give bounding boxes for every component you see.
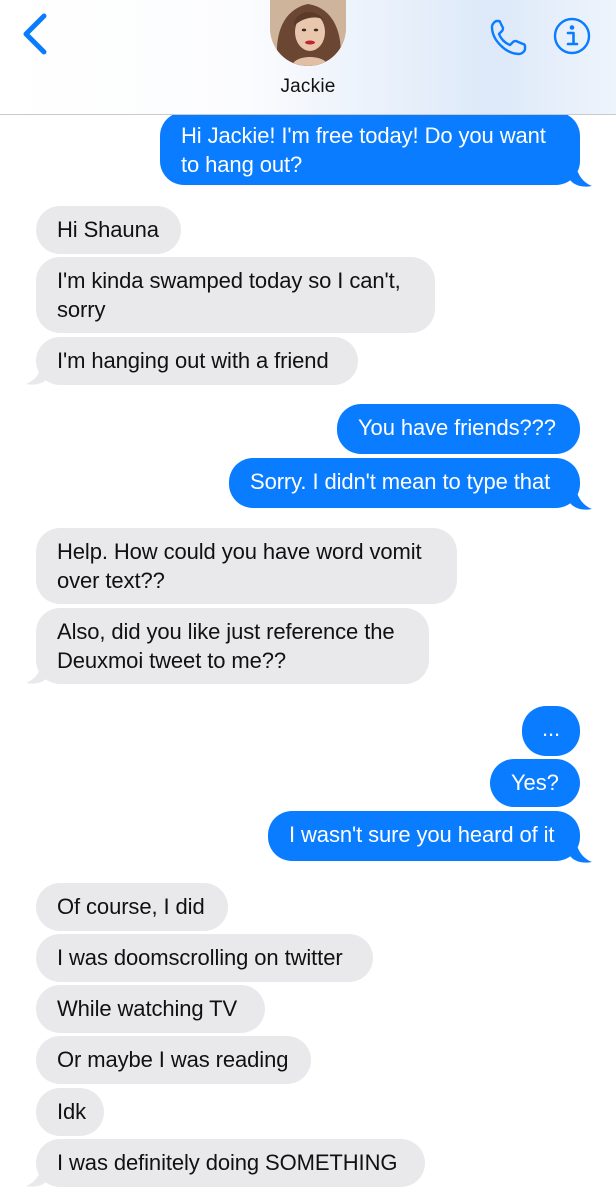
message-text: I was definitely doing SOMETHING [57, 1150, 398, 1175]
chevron-left-icon [23, 13, 47, 55]
message-bubble-sent[interactable]: Sorry. I didn't mean to type that [229, 458, 580, 508]
back-button[interactable] [14, 10, 58, 58]
message-text: Yes? [511, 770, 559, 795]
message-text: Also, did you like just reference the De… [57, 619, 395, 673]
message-bubble-received[interactable]: Of course, I did [36, 883, 228, 931]
message-text: Hi Jackie! I'm free today! Do you want t… [181, 123, 546, 177]
message-bubble-received[interactable]: I'm kinda swamped today so I can't, sorr… [36, 257, 435, 333]
bubble-tail [570, 166, 592, 188]
bubble-tail [26, 663, 48, 685]
message-text: Idk [57, 1099, 87, 1124]
message-bubble-received[interactable]: Also, did you like just reference the De… [36, 608, 429, 684]
message-bubble-received[interactable]: I was definitely doing SOMETHING [36, 1139, 425, 1187]
message-text: You have friends??? [358, 415, 556, 440]
message-bubble-sent[interactable]: ... [522, 706, 580, 756]
message-bubble-received[interactable]: I'm hanging out with a friend [36, 337, 358, 385]
message-thread[interactable]: Hi Jackie! I'm free today! Do you want t… [0, 0, 616, 1200]
message-bubble-sent[interactable]: Hi Jackie! I'm free today! Do you want t… [160, 112, 580, 185]
message-text: Or maybe I was reading [57, 1047, 289, 1072]
message-text: I'm kinda swamped today so I can't, sorr… [57, 268, 401, 322]
bubble-tail [570, 842, 592, 864]
message-text: Of course, I did [57, 894, 205, 919]
message-text: I was doomscrolling on twitter [57, 945, 343, 970]
contact-name[interactable]: Jackie [0, 76, 616, 98]
message-bubble-received[interactable]: Help. How could you have word vomit over… [36, 528, 457, 604]
bubble-tail [570, 489, 592, 511]
message-text: ... [541, 716, 561, 741]
message-bubble-sent[interactable]: Yes? [490, 759, 580, 807]
message-bubble-received[interactable]: Idk [36, 1088, 104, 1136]
call-button[interactable] [484, 14, 532, 62]
conversation-header: Jackie [0, 0, 616, 115]
message-bubble-received[interactable]: Hi Shauna [36, 206, 181, 254]
message-text: Hi Shauna [57, 217, 159, 242]
message-bubble-received[interactable]: While watching TV [36, 985, 265, 1033]
message-bubble-sent[interactable]: I wasn't sure you heard of it [268, 811, 580, 861]
message-text: While watching TV [57, 996, 238, 1021]
message-text: I'm hanging out with a friend [57, 348, 329, 373]
message-bubble-received[interactable]: I was doomscrolling on twitter [36, 934, 373, 982]
info-button[interactable] [552, 16, 592, 56]
phone-icon [490, 19, 527, 56]
avatar-photo [270, 0, 346, 66]
message-text: I wasn't sure you heard of it [289, 822, 555, 847]
bubble-tail [26, 364, 48, 386]
message-text: Help. How could you have word vomit over… [57, 539, 422, 593]
bubble-tail [26, 1166, 48, 1188]
message-text: Sorry. I didn't mean to type that [250, 469, 551, 494]
info-icon [553, 17, 591, 55]
message-bubble-sent[interactable]: You have friends??? [337, 404, 580, 454]
message-bubble-received[interactable]: Or maybe I was reading [36, 1036, 311, 1084]
contact-avatar[interactable] [270, 0, 346, 66]
